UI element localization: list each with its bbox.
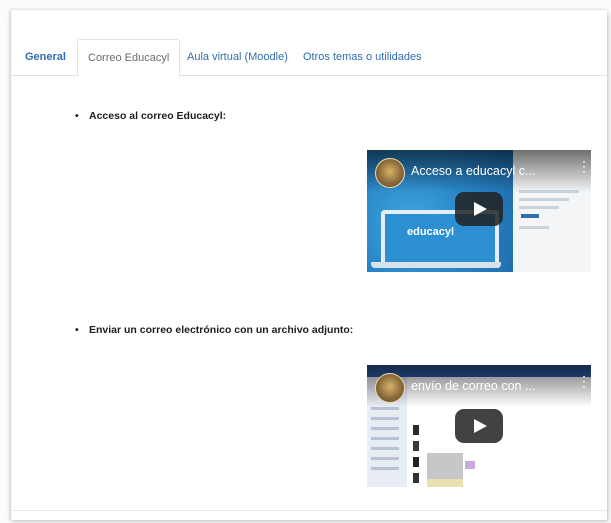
more-vert-icon[interactable]: ⋮: [577, 374, 591, 388]
list-item: • Acceso al correo Educacyl:: [75, 110, 226, 122]
video-embed-1[interactable]: educacyl Acceso a educacyl c... ⋮: [367, 150, 591, 272]
laptop-base: [371, 262, 501, 268]
video-title[interactable]: envío de correo con ...: [411, 379, 535, 393]
tab-aula-virtual[interactable]: Aula virtual (Moodle): [187, 41, 288, 73]
list-item: • Enviar un correo electrónico con un arc…: [75, 324, 353, 336]
section-heading: Acceso al correo Educacyl:: [89, 110, 227, 122]
video-title[interactable]: Acceso a educacyl c...: [411, 164, 535, 178]
bullet: •: [75, 110, 79, 122]
tab-bar: General Correo Educacyl Aula virtual (Mo…: [11, 33, 607, 77]
play-icon[interactable]: [455, 192, 503, 226]
channel-avatar[interactable]: [375, 158, 405, 188]
divider: [11, 510, 607, 511]
video-embed-2[interactable]: envío de correo con ... ⋮: [367, 365, 591, 487]
more-vert-icon[interactable]: ⋮: [577, 159, 591, 173]
tab-otros-temas[interactable]: Otros temas o utilidades: [303, 41, 422, 73]
section-heading: Enviar un correo electrónico con un arch…: [89, 324, 354, 336]
tab-correo-educacyl[interactable]: Correo Educacyl: [77, 39, 181, 77]
thumbnail-brand-text: educacyl: [407, 226, 455, 238]
course-page: General Correo Educacyl Aula virtual (Mo…: [10, 10, 607, 520]
play-icon[interactable]: [455, 409, 503, 443]
bullet: •: [75, 324, 79, 336]
tab-general[interactable]: General: [25, 41, 66, 73]
channel-avatar[interactable]: [375, 373, 405, 403]
